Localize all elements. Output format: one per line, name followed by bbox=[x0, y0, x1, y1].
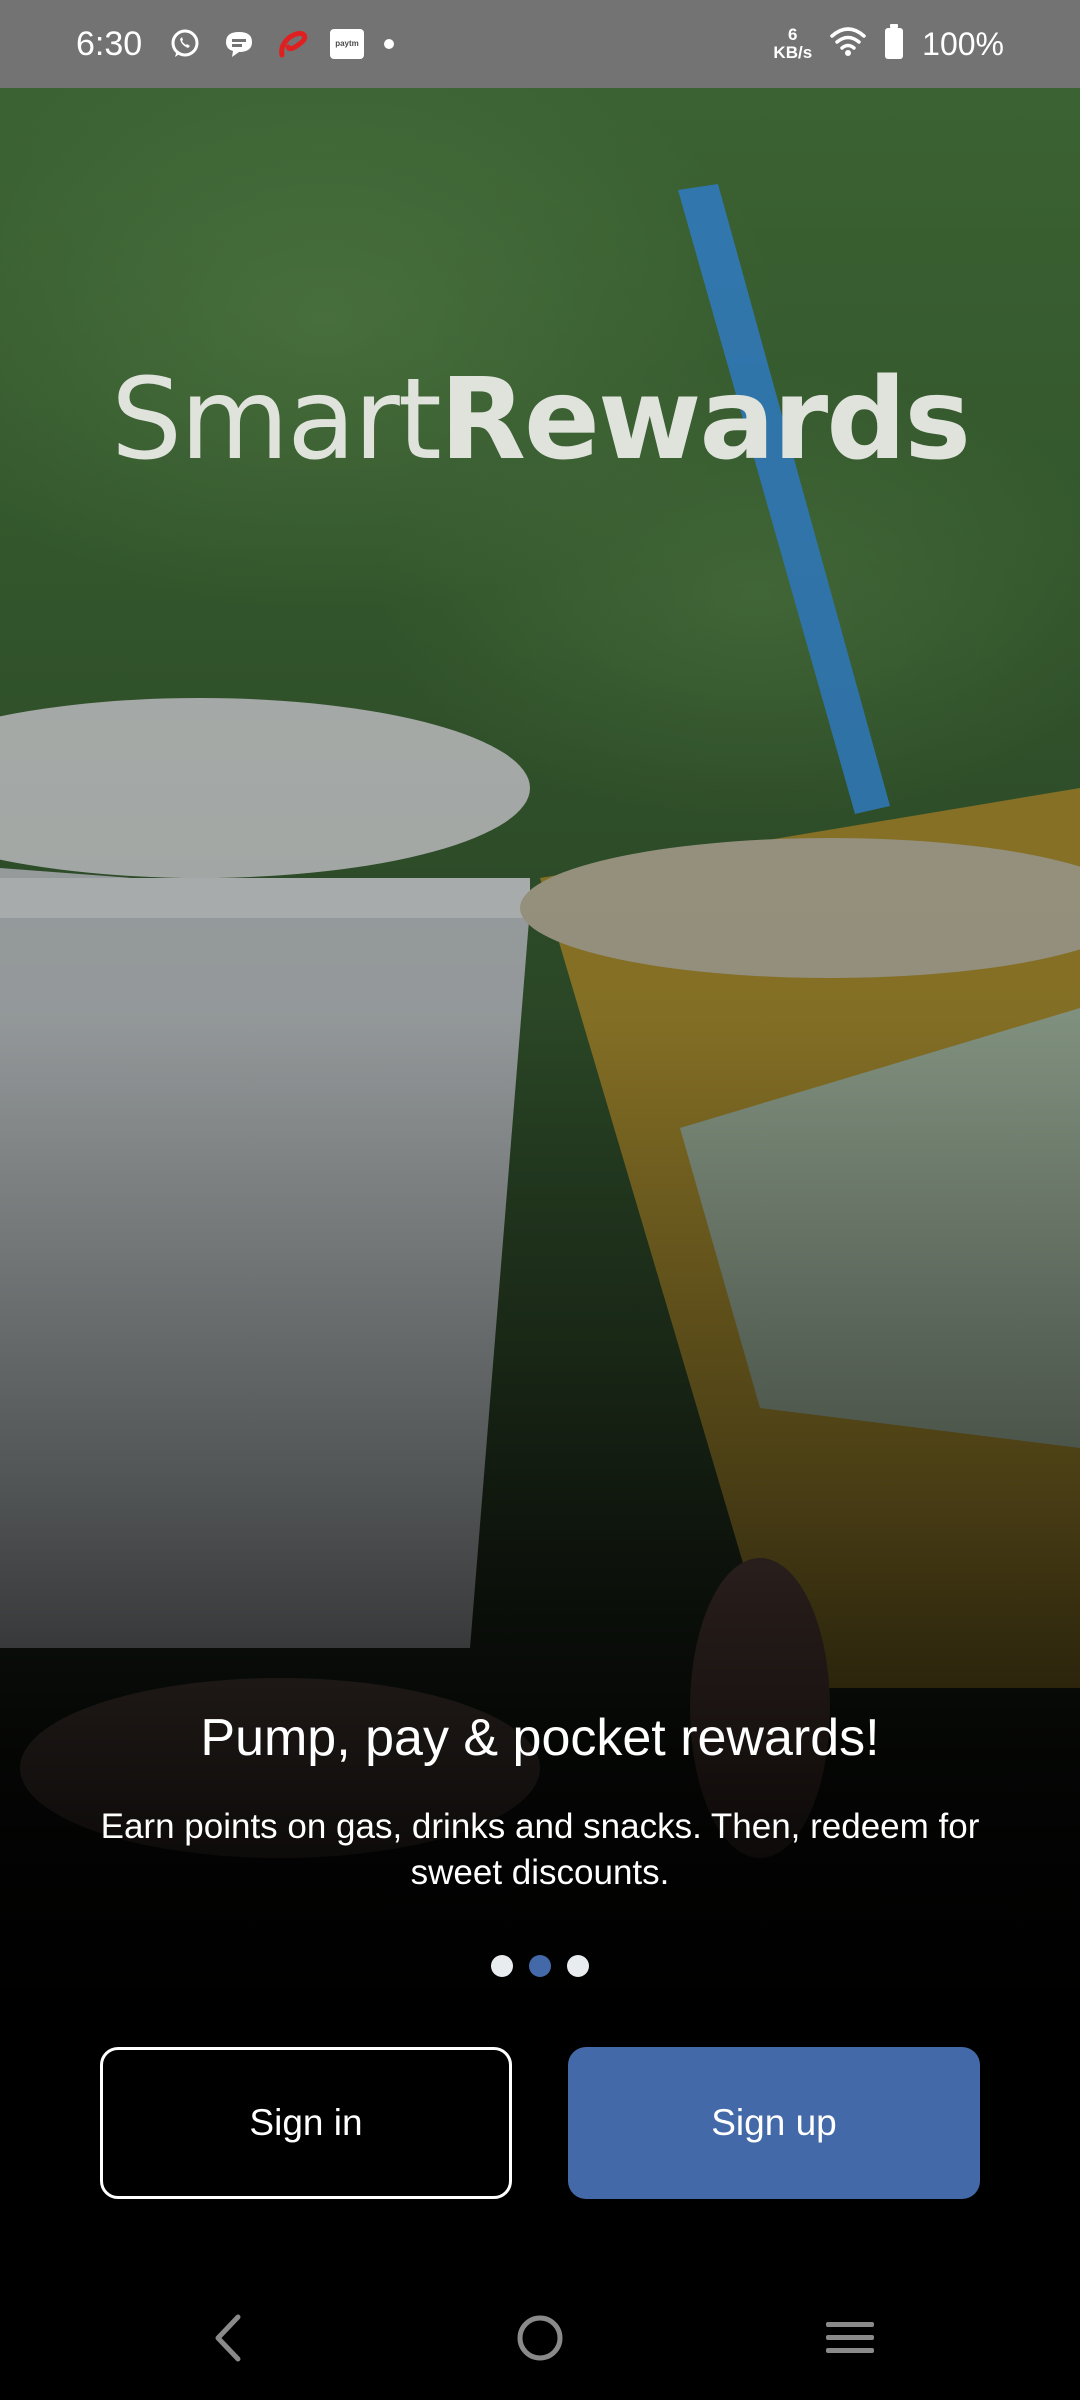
nav-home-button[interactable] bbox=[500, 2300, 580, 2380]
chat-bubble-icon bbox=[222, 27, 256, 61]
logo-text-light: Smart bbox=[110, 355, 442, 485]
sign-in-button[interactable]: Sign in bbox=[100, 2047, 512, 2199]
nav-menu-button[interactable] bbox=[810, 2300, 890, 2380]
network-speed: 6 KB/s bbox=[773, 26, 812, 62]
system-nav-bar bbox=[0, 2270, 1080, 2400]
page-dot-2[interactable] bbox=[529, 1955, 551, 1977]
page-dot-3[interactable] bbox=[567, 1955, 589, 1977]
notification-icons: paytm bbox=[168, 24, 394, 64]
page-dot-1[interactable] bbox=[491, 1955, 513, 1977]
battery-icon bbox=[884, 23, 904, 65]
paytm-icon: paytm bbox=[330, 29, 364, 59]
network-speed-unit: KB/s bbox=[773, 43, 813, 62]
system-indicators: 6 KB/s 100% bbox=[773, 22, 1004, 66]
status-bar: 6:30 paytm 6 KB/s 100% bbox=[0, 0, 1080, 88]
airtel-icon bbox=[276, 27, 310, 61]
back-icon bbox=[208, 2313, 248, 2368]
battery-percent: 100% bbox=[922, 26, 1004, 62]
sign-up-button[interactable]: Sign up bbox=[568, 2047, 980, 2199]
app-logo: SmartRewards bbox=[0, 360, 1080, 480]
menu-icon bbox=[824, 2318, 876, 2363]
wifi-icon bbox=[830, 26, 866, 63]
whatsapp-icon bbox=[168, 27, 202, 61]
status-time: 6:30 bbox=[76, 25, 143, 63]
page-indicator bbox=[0, 1955, 1080, 1977]
sign-in-label: Sign in bbox=[249, 2102, 363, 2143]
onboarding-title: Pump, pay & pocket rewards! bbox=[200, 1709, 880, 1767]
nav-back-button[interactable] bbox=[188, 2300, 268, 2380]
onboarding-description: Earn points on gas, drinks and snacks. T… bbox=[100, 1807, 980, 1892]
logo-text-bold: Rewards bbox=[439, 355, 971, 485]
home-icon bbox=[515, 2313, 565, 2368]
network-speed-value: 6 bbox=[788, 25, 798, 44]
notification-dot-icon bbox=[384, 39, 394, 49]
welcome-screen: 6:30 paytm 6 KB/s 100% SmartRewards Pump… bbox=[0, 0, 1080, 2400]
sign-up-label: Sign up bbox=[711, 2102, 837, 2143]
